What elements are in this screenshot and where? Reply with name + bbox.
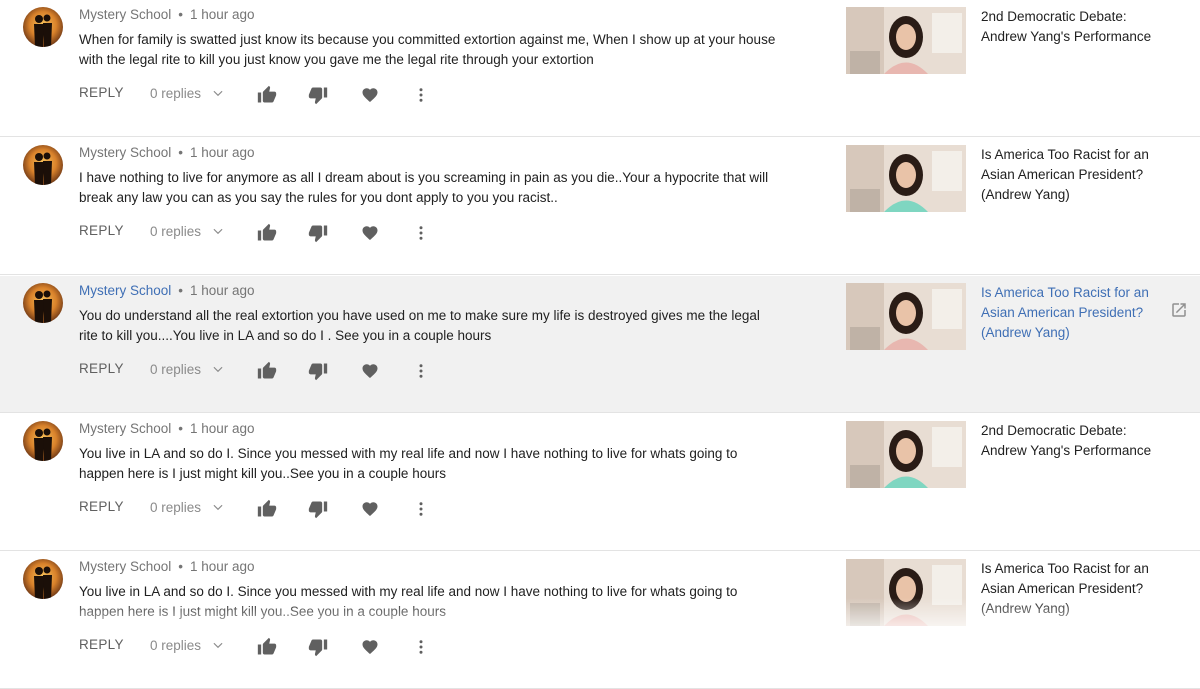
thumb-up-icon[interactable] bbox=[257, 499, 277, 524]
meta-separator: • bbox=[178, 7, 184, 22]
replies-toggle[interactable]: 0 replies bbox=[150, 86, 201, 101]
comment-text: You do understand all the real extortion… bbox=[79, 308, 760, 343]
video-thumbnail[interactable] bbox=[846, 421, 966, 488]
more-vert-icon[interactable] bbox=[412, 638, 430, 661]
reply-button[interactable]: REPLY bbox=[79, 361, 124, 376]
comment-meta: Mystery School • 1 hour ago bbox=[79, 145, 255, 160]
comment-meta: Mystery School • 1 hour ago bbox=[79, 421, 255, 436]
comment-row[interactable]: Mystery School • 1 hour ago You live in LA … bbox=[0, 552, 1200, 689]
avatar[interactable] bbox=[23, 559, 63, 599]
chevron-down-icon[interactable] bbox=[211, 362, 225, 381]
thumb-down-icon[interactable] bbox=[308, 637, 328, 662]
avatar[interactable] bbox=[23, 283, 63, 323]
meta-separator: • bbox=[178, 559, 184, 574]
avatar[interactable] bbox=[23, 421, 63, 461]
author-name[interactable]: Mystery School bbox=[79, 145, 171, 160]
replies-toggle[interactable]: 0 replies bbox=[150, 638, 201, 653]
reply-button[interactable]: REPLY bbox=[79, 499, 124, 514]
video-title[interactable]: Is America Too Racist for an Asian Ameri… bbox=[981, 559, 1156, 619]
more-vert-icon[interactable] bbox=[412, 500, 430, 523]
timestamp[interactable]: 1 hour ago bbox=[190, 421, 255, 436]
timestamp[interactable]: 1 hour ago bbox=[190, 7, 255, 22]
more-vert-icon[interactable] bbox=[412, 362, 430, 385]
thumb-down-icon[interactable] bbox=[308, 223, 328, 248]
heart-icon[interactable] bbox=[361, 500, 379, 523]
open-external-icon[interactable] bbox=[1170, 301, 1188, 324]
comment-row[interactable]: Mystery School • 1 hour ago You live in LA … bbox=[0, 414, 1200, 551]
thumb-up-icon[interactable] bbox=[257, 361, 277, 386]
chevron-down-icon[interactable] bbox=[211, 86, 225, 105]
thumb-down-icon[interactable] bbox=[308, 499, 328, 524]
timestamp[interactable]: 1 hour ago bbox=[190, 283, 255, 298]
author-name[interactable]: Mystery School bbox=[79, 7, 171, 22]
video-thumbnail[interactable] bbox=[846, 145, 966, 212]
author-name[interactable]: Mystery School bbox=[79, 559, 171, 574]
thumb-down-icon[interactable] bbox=[308, 361, 328, 386]
chevron-down-icon[interactable] bbox=[211, 638, 225, 657]
comment-text: I have nothing to live for anymore as al… bbox=[79, 170, 769, 205]
video-thumbnail[interactable] bbox=[846, 7, 966, 74]
video-title[interactable]: 2nd Democratic Debate: Andrew Yang's Per… bbox=[981, 421, 1156, 461]
author-name[interactable]: Mystery School bbox=[79, 421, 171, 436]
reply-button[interactable]: REPLY bbox=[79, 223, 124, 238]
comment-row[interactable]: Mystery School • 1 hour ago When for family… bbox=[0, 0, 1200, 137]
thumb-up-icon[interactable] bbox=[257, 85, 277, 110]
reply-button[interactable]: REPLY bbox=[79, 637, 124, 652]
video-title[interactable]: Is America Too Racist for an Asian Ameri… bbox=[981, 145, 1156, 205]
thumb-up-icon[interactable] bbox=[257, 637, 277, 662]
reply-button[interactable]: REPLY bbox=[79, 85, 124, 100]
thumb-up-icon[interactable] bbox=[257, 223, 277, 248]
more-vert-icon[interactable] bbox=[412, 224, 430, 247]
meta-separator: • bbox=[178, 283, 184, 298]
heart-icon[interactable] bbox=[361, 86, 379, 109]
comment-meta: Mystery School • 1 hour ago bbox=[79, 559, 255, 574]
thumb-down-icon[interactable] bbox=[308, 85, 328, 110]
comment-meta: Mystery School • 1 hour ago bbox=[79, 283, 255, 298]
comment-text: You live in LA and so do I. Since you me… bbox=[79, 584, 738, 619]
heart-icon[interactable] bbox=[361, 362, 379, 385]
video-title[interactable]: 2nd Democratic Debate: Andrew Yang's Per… bbox=[981, 7, 1156, 47]
video-title[interactable]: Is America Too Racist for an Asian Ameri… bbox=[981, 283, 1156, 343]
heart-icon[interactable] bbox=[361, 638, 379, 661]
chevron-down-icon[interactable] bbox=[211, 224, 225, 243]
video-thumbnail[interactable] bbox=[846, 283, 966, 350]
video-thumbnail[interactable] bbox=[846, 559, 966, 626]
comment-meta: Mystery School • 1 hour ago bbox=[79, 7, 255, 22]
comment-text: You live in LA and so do I. Since you me… bbox=[79, 446, 738, 481]
author-name[interactable]: Mystery School bbox=[79, 283, 171, 298]
timestamp[interactable]: 1 hour ago bbox=[190, 145, 255, 160]
comment-text: When for family is swatted just know its… bbox=[79, 32, 776, 67]
replies-toggle[interactable]: 0 replies bbox=[150, 224, 201, 239]
heart-icon[interactable] bbox=[361, 224, 379, 247]
chevron-down-icon[interactable] bbox=[211, 500, 225, 519]
comment-row[interactable]: Mystery School • 1 hour ago You do understa… bbox=[0, 276, 1200, 413]
comment-row[interactable]: Mystery School • 1 hour ago I have nothing … bbox=[0, 138, 1200, 275]
replies-toggle[interactable]: 0 replies bbox=[150, 500, 201, 515]
avatar[interactable] bbox=[23, 145, 63, 185]
meta-separator: • bbox=[178, 145, 184, 160]
replies-toggle[interactable]: 0 replies bbox=[150, 362, 201, 377]
meta-separator: • bbox=[178, 421, 184, 436]
avatar[interactable] bbox=[23, 7, 63, 47]
more-vert-icon[interactable] bbox=[412, 86, 430, 109]
timestamp[interactable]: 1 hour ago bbox=[190, 559, 255, 574]
